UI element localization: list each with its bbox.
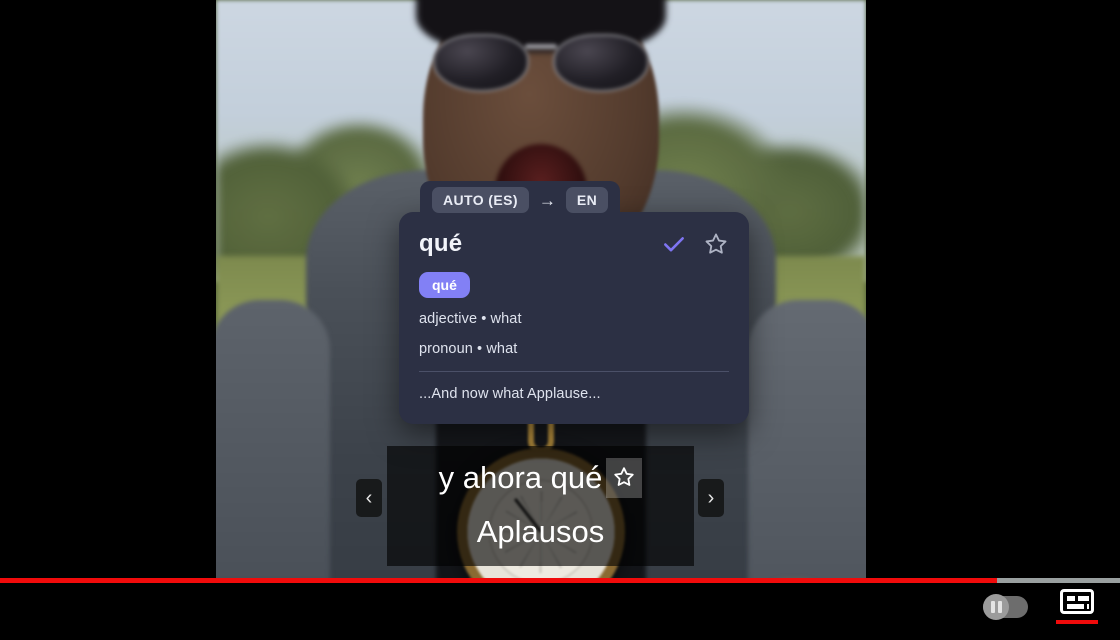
context-sentence: ...And now what Applause... — [419, 386, 601, 402]
word-chip[interactable]: qué — [419, 272, 470, 298]
arrow-right-icon: → — [538, 190, 556, 210]
controls-right-group — [983, 589, 1098, 624]
letterbox-right — [866, 0, 1120, 640]
chevron-right-icon: › — [707, 487, 715, 509]
previous-subtitle-button[interactable]: ‹ — [356, 479, 382, 517]
letterbox-left — [0, 0, 216, 640]
subtitle-overlay[interactable]: y ahora qué Aplausos — [387, 446, 694, 566]
video-player-screen: y ahora qué Aplausos AUTO (ES) → EN qué — [0, 0, 1120, 640]
target-language-chip[interactable]: EN — [565, 187, 609, 213]
subtitles-icon-bar-2 — [1067, 604, 1084, 609]
subtitles-icon-bar-3 — [1087, 604, 1089, 609]
subtitle-line-1[interactable]: y ahora qué — [401, 458, 680, 498]
subtitles-button[interactable] — [1056, 589, 1098, 624]
word-popup-actions — [661, 231, 729, 257]
subtitle-line-2[interactable]: Aplausos — [401, 514, 680, 550]
definition-row-adjective: adjective • what — [419, 311, 522, 327]
next-subtitle-button[interactable]: › — [698, 479, 724, 517]
source-language-chip[interactable]: AUTO (ES) — [432, 187, 529, 213]
star-icon[interactable] — [606, 458, 643, 498]
subtitles-icon — [1060, 589, 1094, 614]
language-selector-bar[interactable]: AUTO (ES) → EN — [420, 181, 621, 221]
sunglasses-left-lens — [433, 34, 529, 92]
pause-toggle[interactable] — [983, 593, 1028, 620]
word-chip-row: qué — [419, 272, 729, 298]
divider — [419, 371, 729, 372]
word-popup-header: qué — [419, 230, 729, 258]
sunglasses-bridge — [525, 44, 557, 49]
chevron-left-icon: ‹ — [365, 487, 373, 509]
subtitles-active-indicator — [1056, 620, 1098, 624]
sunglasses-right-lens — [553, 34, 649, 92]
check-icon[interactable] — [661, 231, 687, 257]
sunglasses — [433, 32, 649, 94]
player-controls-bar — [0, 583, 1120, 640]
pause-icon — [983, 593, 1009, 620]
definition-row-pronoun: pronoun • what — [419, 341, 518, 357]
word-title: qué — [419, 230, 463, 257]
star-icon[interactable] — [703, 231, 729, 257]
pause-bar-right — [997, 600, 1002, 613]
word-definition-popup[interactable]: qué qué adjective • what pronoun • what — [399, 212, 749, 424]
subtitle-line-1-text[interactable]: y ahora qué — [439, 460, 603, 496]
pause-bar-left — [990, 600, 995, 613]
